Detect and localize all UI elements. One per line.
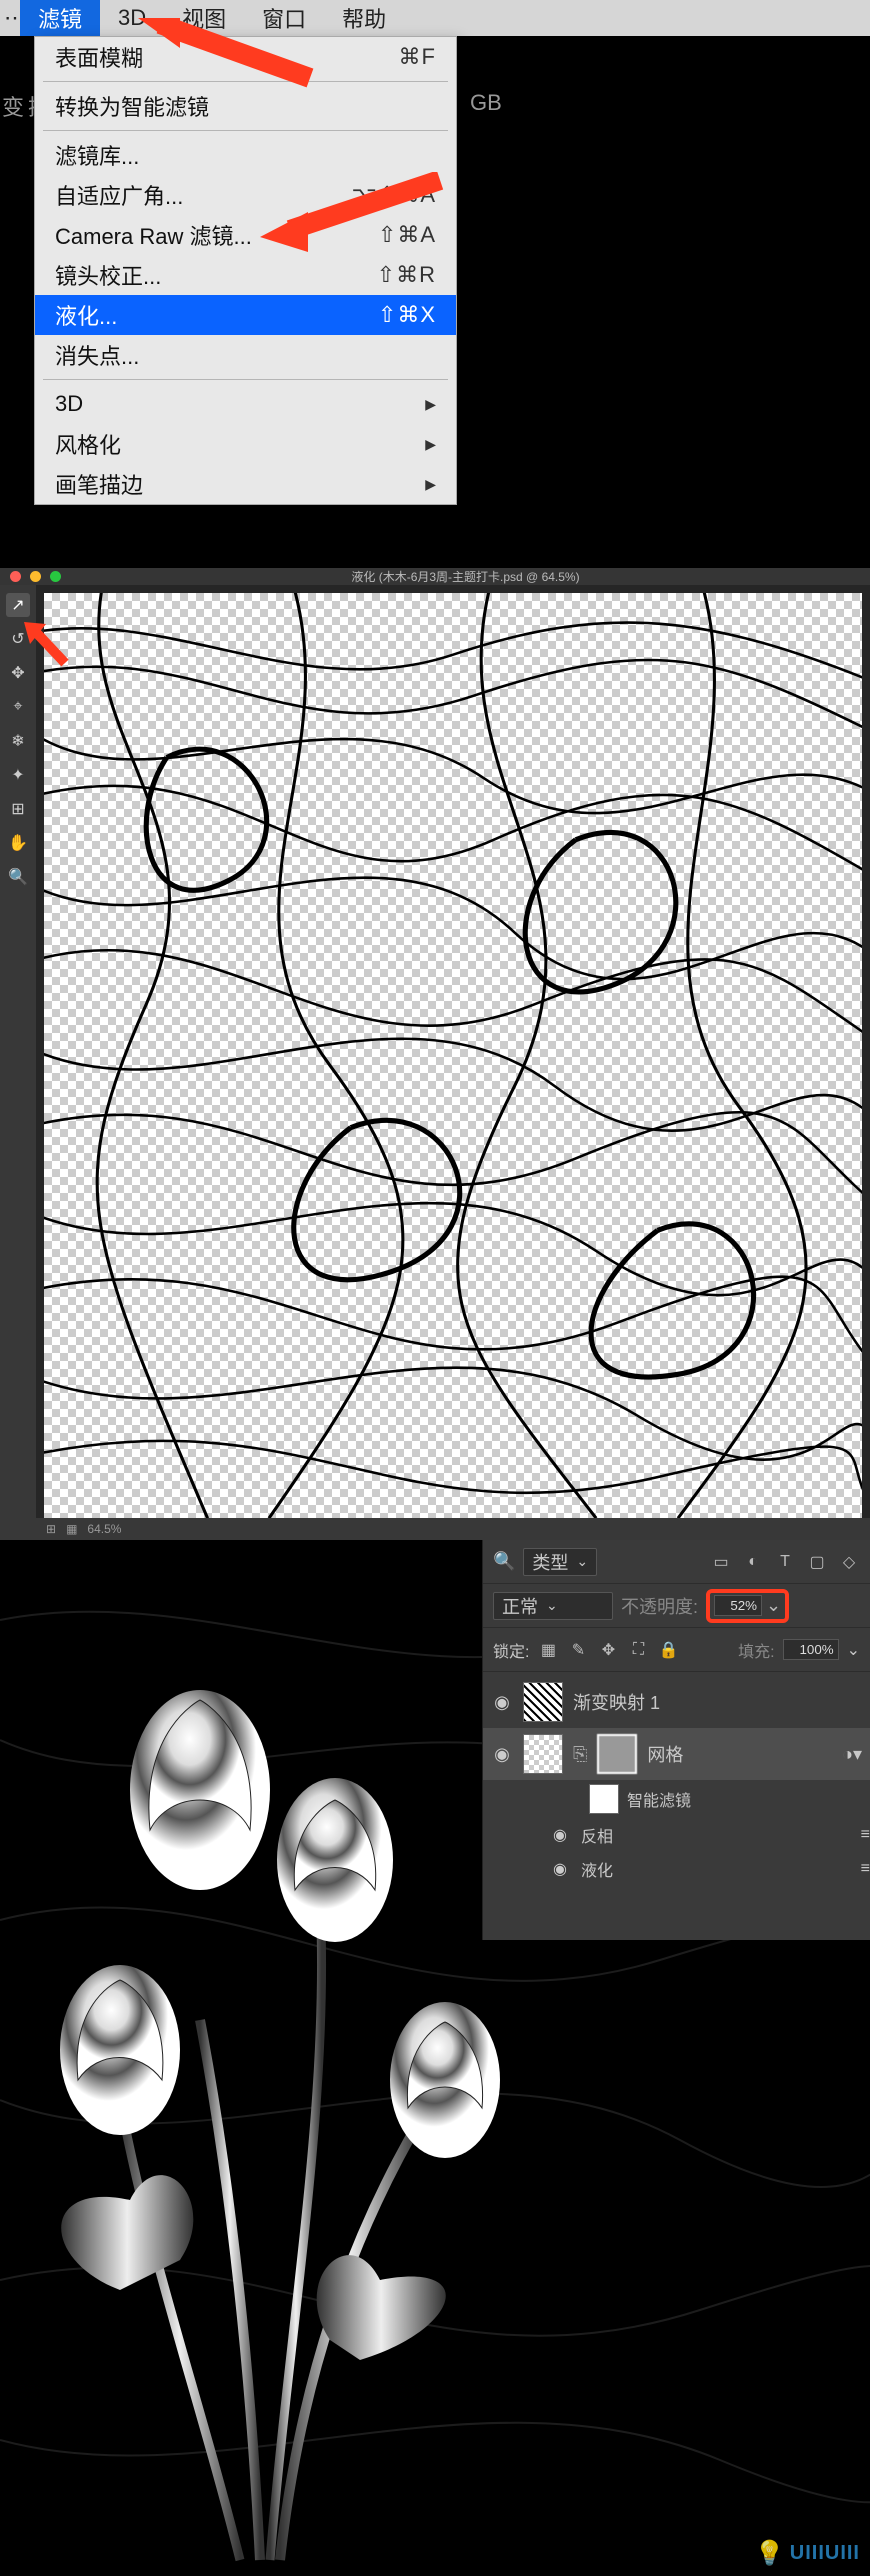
- annotation-arrow-2: [250, 172, 450, 262]
- maximize-button[interactable]: [50, 571, 61, 582]
- menu-convert-smart[interactable]: 转换为智能滤镜: [35, 86, 456, 126]
- zoom-value[interactable]: 64.5%: [87, 1522, 121, 1536]
- fx-indicator[interactable]: ◑▾: [842, 1744, 862, 1765]
- visibility-icon[interactable]: ◉: [491, 1744, 513, 1765]
- filter-shape-icon[interactable]: ▢: [806, 1551, 828, 1573]
- menu-3d-sub[interactable]: 3D: [35, 384, 456, 424]
- hand-tool[interactable]: ✋: [6, 831, 30, 855]
- liquify-toolbar: ↗ ↺ ✥ ⌖ ❄ ✦ ⊞ ✋ 🔍: [0, 585, 36, 1540]
- layer-name[interactable]: 网格: [647, 1741, 832, 1767]
- window-title: 液化 (木木-6月3周-主题打卡.psd @ 64.5%): [61, 568, 870, 585]
- menu-filter-gallery[interactable]: 滤镜库...: [35, 135, 456, 175]
- fill-input[interactable]: [783, 1639, 839, 1660]
- visibility-icon[interactable]: ◉: [491, 1692, 513, 1713]
- link-icon[interactable]: ⎘: [573, 1744, 587, 1765]
- liquify-canvas[interactable]: [44, 593, 862, 1518]
- opacity-dropdown-icon[interactable]: ⌄: [766, 1595, 781, 1616]
- status-bar: ⊞ ▦ 64.5%: [36, 1518, 870, 1540]
- result-screenshot: 🔍 类型 ▭ ◐ T ▢ ◇ 正常 不透明度: ⌄ 锁定: ▦ ✎ ✥ ⛶ 🔒: [0, 1540, 870, 2576]
- grid-icon[interactable]: ▦: [66, 1522, 77, 1536]
- opacity-label: 不透明度:: [621, 1593, 698, 1619]
- lock-label: 锁定:: [493, 1638, 529, 1662]
- bloat-tool[interactable]: ⌖: [6, 695, 30, 719]
- smart-filter-thumb: [589, 1784, 619, 1814]
- bg-text-right: GB: [470, 90, 502, 116]
- warp-tool[interactable]: ↗: [6, 593, 30, 617]
- edit-icon[interactable]: ≡: [861, 1860, 870, 1878]
- window-titlebar: 液化 (木木-6月3周-主题打卡.psd @ 64.5%): [0, 568, 870, 585]
- layer-thumb[interactable]: [523, 1682, 563, 1722]
- layer-grid[interactable]: ◉ ⎘ 网格 ◑▾: [483, 1728, 870, 1780]
- annotation-arrow-3: [20, 618, 70, 668]
- layer-gradient-map[interactable]: ◉ 渐变映射 1: [483, 1676, 870, 1728]
- filter-smart-icon[interactable]: ◇: [838, 1551, 860, 1573]
- menu-vanishing-point[interactable]: 消失点...: [35, 335, 456, 375]
- menu-stylize[interactable]: 风格化: [35, 424, 456, 464]
- warped-lines: [44, 593, 862, 1518]
- face-tool[interactable]: ✦: [6, 763, 30, 787]
- layer-thumb[interactable]: [523, 1734, 563, 1774]
- smart-filters-label[interactable]: 智能滤镜: [483, 1780, 870, 1818]
- bulb-icon: 💡: [755, 2539, 786, 2568]
- watermark: 💡 UIIIUIII: [755, 2539, 860, 2568]
- filter-liquify[interactable]: ◉ 液化 ≡: [483, 1852, 870, 1886]
- fill-label: 填充:: [738, 1638, 774, 1662]
- freeze-tool[interactable]: ❄: [6, 729, 30, 753]
- blend-mode-select[interactable]: 正常: [493, 1592, 613, 1620]
- zoom-tool[interactable]: 🔍: [6, 865, 30, 889]
- lock-artboard-icon[interactable]: ⛶: [627, 1639, 649, 1661]
- menu-filter[interactable]: 滤镜: [20, 0, 100, 36]
- menu-help[interactable]: 帮助: [324, 0, 404, 36]
- menu-liquify[interactable]: 液化...⇧⌘X: [35, 295, 456, 335]
- filter-adjust-icon[interactable]: ◐: [742, 1551, 764, 1573]
- edit-icon[interactable]: ≡: [861, 1826, 870, 1844]
- lock-position-icon[interactable]: ✥: [597, 1639, 619, 1661]
- mesh-tool[interactable]: ⊞: [6, 797, 30, 821]
- minimize-button[interactable]: [30, 571, 41, 582]
- menu-screenshot: ⋯ 滤镜 3D 视图 窗口 帮助 变换 GB 表面模糊⌘F 转换为智能滤镜 滤镜…: [0, 0, 870, 568]
- filter-type-icon[interactable]: 🔍: [493, 1551, 515, 1572]
- annotation-arrow-1: [130, 18, 320, 88]
- menubar-truncated: ⋯: [0, 0, 20, 36]
- opacity-highlight: ⌄: [706, 1589, 789, 1623]
- layer-mask[interactable]: [597, 1734, 637, 1774]
- filter-text-icon[interactable]: T: [774, 1551, 796, 1573]
- lock-all-icon[interactable]: 🔒: [657, 1639, 679, 1661]
- close-button[interactable]: [10, 571, 21, 582]
- visibility-icon[interactable]: ◉: [549, 1859, 571, 1879]
- chrome-tulips: [0, 1540, 520, 2576]
- filter-invert[interactable]: ◉ 反相 ≡: [483, 1818, 870, 1852]
- opacity-input[interactable]: [714, 1595, 762, 1616]
- lock-image-icon[interactable]: ✎: [567, 1639, 589, 1661]
- fit-icon[interactable]: ⊞: [46, 1522, 56, 1536]
- fill-dropdown-icon[interactable]: ⌄: [847, 1640, 860, 1660]
- menu-brush-strokes[interactable]: 画笔描边: [35, 464, 456, 504]
- filter-dropdown: 表面模糊⌘F 转换为智能滤镜 滤镜库... 自适应广角...⌥⇧⌘A Camer…: [34, 36, 457, 505]
- filter-pixel-icon[interactable]: ▭: [710, 1551, 732, 1573]
- lock-transparent-icon[interactable]: ▦: [537, 1639, 559, 1661]
- layers-panel: 🔍 类型 ▭ ◐ T ▢ ◇ 正常 不透明度: ⌄ 锁定: ▦ ✎ ✥ ⛶ 🔒: [482, 1540, 870, 1940]
- filter-type-select[interactable]: 类型: [523, 1548, 597, 1576]
- visibility-icon[interactable]: ◉: [549, 1825, 571, 1845]
- layer-name[interactable]: 渐变映射 1: [573, 1689, 862, 1715]
- liquify-window: 液化 (木木-6月3周-主题打卡.psd @ 64.5%) ↗ ↺ ✥ ⌖ ❄ …: [0, 568, 870, 1540]
